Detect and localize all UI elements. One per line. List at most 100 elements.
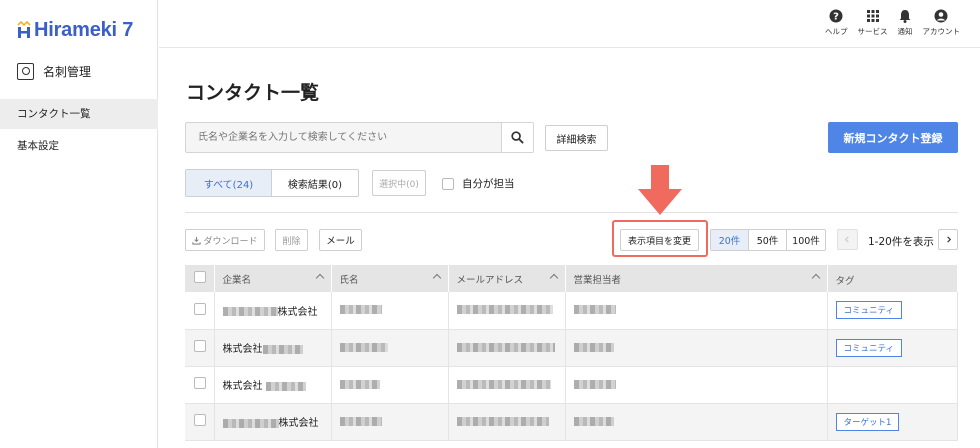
search-input[interactable] <box>186 123 501 152</box>
redacted-text <box>456 379 551 389</box>
download-icon <box>192 236 202 245</box>
tag-badge[interactable]: コミュニティ <box>835 338 902 357</box>
sidebar-item-contacts[interactable]: コンタクト一覧 <box>0 99 158 129</box>
name-cell <box>331 403 449 441</box>
next-page-button[interactable] <box>938 229 958 250</box>
redacted-text <box>339 305 382 315</box>
sales-rep-cell <box>565 366 828 404</box>
download-button[interactable]: ダウンロード <box>185 229 265 251</box>
advanced-search-button[interactable]: 詳細検索 <box>545 125 608 151</box>
page-size-50[interactable]: 50件 <box>749 230 787 250</box>
row-checkbox[interactable] <box>194 302 206 315</box>
tab-all[interactable]: すべて(24) <box>186 170 272 196</box>
selected-count-button[interactable]: 選択中(0) <box>372 170 426 196</box>
redacted-text <box>456 416 549 426</box>
download-label: ダウンロード <box>203 236 258 247</box>
filter-tabs: すべて(24) 検索結果(0) <box>185 169 359 197</box>
sales-rep-cell <box>565 329 828 367</box>
account-icon <box>934 9 948 23</box>
page-size-selector: 20件 50件 100件 <box>710 229 826 251</box>
redacted-text <box>573 342 614 352</box>
search-button[interactable] <box>501 123 533 152</box>
redacted-text <box>265 381 306 391</box>
redacted-text <box>262 344 303 354</box>
redacted-text <box>456 342 555 352</box>
notifications-button[interactable]: 通知 <box>898 9 913 37</box>
sidebar-item-label: コンタクト一覧 <box>17 108 91 120</box>
header-name[interactable]: 氏名 <box>331 265 449 292</box>
help-label: ヘルプ <box>825 27 848 36</box>
notifications-label: 通知 <box>897 27 913 36</box>
redacted-text <box>573 305 616 315</box>
redacted-text <box>573 379 616 389</box>
result-range: 1-20件を表示 <box>868 236 934 248</box>
select-all-checkbox[interactable] <box>194 271 206 283</box>
logo-text: Hirameki 7 <box>34 18 134 41</box>
account-button[interactable]: アカウント <box>922 9 961 37</box>
sales-rep-cell <box>565 403 828 441</box>
grid-icon <box>866 10 879 22</box>
bell-icon <box>899 10 911 23</box>
company-cell: 株式会社 <box>214 292 332 330</box>
help-icon: ? <box>829 9 843 23</box>
email-cell <box>448 329 566 367</box>
table-header-row: 企業名 氏名 メールアドレス 営業担当者 タグ <box>185 265 958 292</box>
company-text: 株式会社 <box>278 418 319 429</box>
divider <box>185 212 958 213</box>
table-row[interactable]: 株式会社 ターゲット1 <box>185 403 958 441</box>
annotation-arrow-icon <box>638 165 682 215</box>
account-label: アカウント <box>922 27 961 36</box>
company-cell: 株式会社 <box>214 403 332 441</box>
name-cell <box>331 366 449 404</box>
row-checkbox[interactable] <box>194 340 206 352</box>
company-cell: 株式会社 <box>214 366 332 404</box>
company-cell: 株式会社 <box>214 329 332 367</box>
svg-text:?: ? <box>833 12 839 23</box>
mine-filter[interactable]: 自分が担当 <box>442 176 515 191</box>
chevron-right-icon <box>946 236 951 243</box>
sort-icon <box>315 273 324 283</box>
chevron-left-icon <box>844 236 849 243</box>
email-cell <box>448 403 566 441</box>
header-tag: タグ <box>827 265 958 292</box>
mail-button[interactable]: メール <box>319 229 362 251</box>
tag-badge[interactable]: ターゲット1 <box>835 412 900 431</box>
sidebar-item-settings[interactable]: 基本設定 <box>0 131 158 161</box>
email-cell <box>448 366 566 404</box>
change-columns-button[interactable]: 表示項目を変更 <box>620 229 699 251</box>
page-size-100[interactable]: 100件 <box>787 230 825 250</box>
header-label: 氏名 <box>339 274 359 286</box>
redacted-text <box>339 379 380 389</box>
help-button[interactable]: ? ヘルプ <box>825 9 848 37</box>
sidebar-section-label: 名刺管理 <box>43 65 92 79</box>
app-logo[interactable]: Hirameki 7 <box>16 17 133 43</box>
services-button[interactable]: サービス <box>858 9 888 37</box>
sort-icon <box>549 273 558 283</box>
mine-label: 自分が担当 <box>462 178 515 190</box>
row-checkbox[interactable] <box>194 414 206 426</box>
new-contact-button[interactable]: 新規コンタクト登録 <box>828 122 958 153</box>
delete-button[interactable]: 削除 <box>275 229 308 251</box>
header-label: 営業担当者 <box>573 274 622 286</box>
name-cell <box>331 329 449 367</box>
mine-checkbox[interactable] <box>442 177 454 190</box>
tag-cell: コミュニティ <box>827 292 958 330</box>
row-checkbox[interactable] <box>194 377 206 389</box>
header-sales-rep[interactable]: 営業担当者 <box>565 265 828 292</box>
table-row[interactable]: 株式会社 コミュニティ <box>185 292 958 330</box>
tab-search-results[interactable]: 検索結果(0) <box>272 170 358 196</box>
header-email[interactable]: メールアドレス <box>448 265 566 292</box>
select-all-cell <box>185 265 215 292</box>
tag-cell: コミュニティ <box>827 329 958 367</box>
sidebar: Hirameki 7 名刺管理 コンタクト一覧 基本設定 <box>0 0 158 448</box>
tag-badge[interactable]: コミュニティ <box>835 301 902 320</box>
contacts-table: 企業名 氏名 メールアドレス 営業担当者 タグ 株式会社 コミュニティ 株式会社… <box>185 265 958 441</box>
sidebar-section-title: 名刺管理 <box>17 63 91 80</box>
header-company[interactable]: 企業名 <box>214 265 332 292</box>
table-row[interactable]: 株式会社 コミュニティ <box>185 329 958 367</box>
business-card-icon <box>17 63 34 80</box>
prev-page-button[interactable] <box>837 229 858 250</box>
page-size-20[interactable]: 20件 <box>711 230 749 250</box>
header-label: 企業名 <box>222 274 252 286</box>
table-row[interactable]: 株式会社 <box>185 366 958 404</box>
